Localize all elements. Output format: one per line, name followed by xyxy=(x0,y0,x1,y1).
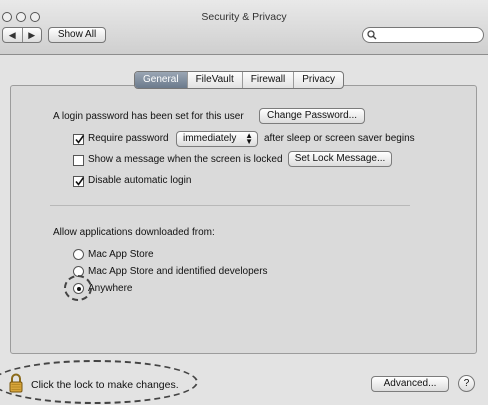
anywhere-highlight-ellipse xyxy=(64,275,92,301)
require-password-delay-value: immediately xyxy=(183,133,237,144)
tab-privacy[interactable]: Privacy xyxy=(293,72,343,88)
require-password-delay-select[interactable]: immediately ▲ ▼ xyxy=(176,131,258,147)
radio-mac-app-store-label: Mac App Store xyxy=(88,249,154,260)
tab-filevault[interactable]: FileVault xyxy=(186,72,242,88)
radio-anywhere-label: Anywhere xyxy=(88,283,133,294)
general-panel xyxy=(10,85,477,354)
checkmark-icon xyxy=(75,135,85,144)
forward-icon: ▶ xyxy=(28,29,36,40)
require-password-checkbox[interactable] xyxy=(73,134,85,145)
disable-auto-login-checkbox[interactable] xyxy=(73,176,85,187)
show-message-label: Show a message when the screen is locked xyxy=(88,154,283,165)
preference-tabs: General FileVault Firewall Privacy xyxy=(134,71,344,89)
set-lock-message-button[interactable]: Set Lock Message... xyxy=(288,151,392,167)
back-button[interactable]: ◀ xyxy=(3,28,22,42)
back-icon: ◀ xyxy=(8,29,16,40)
window-title: Security & Privacy xyxy=(201,11,287,23)
checkmark-icon xyxy=(75,177,85,186)
downloads-heading: Allow applications downloaded from: xyxy=(53,227,215,238)
tab-general[interactable]: General xyxy=(135,72,187,88)
radio-mac-app-store[interactable] xyxy=(73,249,84,260)
show-message-checkbox[interactable] xyxy=(73,155,84,166)
advanced-button[interactable]: Advanced... xyxy=(371,376,449,392)
search-icon xyxy=(367,30,377,40)
require-password-suffix: after sleep or screen saver begins xyxy=(264,133,415,144)
login-password-text: A login password has been set for this u… xyxy=(53,111,244,122)
popup-arrows-icon: ▲ ▼ xyxy=(245,131,253,146)
lock-icon xyxy=(9,373,23,393)
lock-text: Click the lock to make changes. xyxy=(31,379,179,391)
section-divider xyxy=(50,205,410,206)
search-input[interactable] xyxy=(362,27,484,43)
tab-firewall[interactable]: Firewall xyxy=(241,72,293,88)
lock-button[interactable] xyxy=(9,373,23,393)
require-password-label: Require password xyxy=(88,133,169,144)
navigation-buttons: ◀ ▶ xyxy=(2,27,42,43)
radio-identified-developers-label: Mac App Store and identified developers xyxy=(88,266,268,277)
help-button[interactable]: ? xyxy=(458,375,475,392)
disable-auto-login-label: Disable automatic login xyxy=(88,175,192,186)
forward-button[interactable]: ▶ xyxy=(21,28,42,42)
window-titlebar: Security & Privacy ◀ ▶ Show All xyxy=(0,0,488,55)
show-all-button[interactable]: Show All xyxy=(48,27,106,43)
change-password-button[interactable]: Change Password... xyxy=(259,108,365,124)
